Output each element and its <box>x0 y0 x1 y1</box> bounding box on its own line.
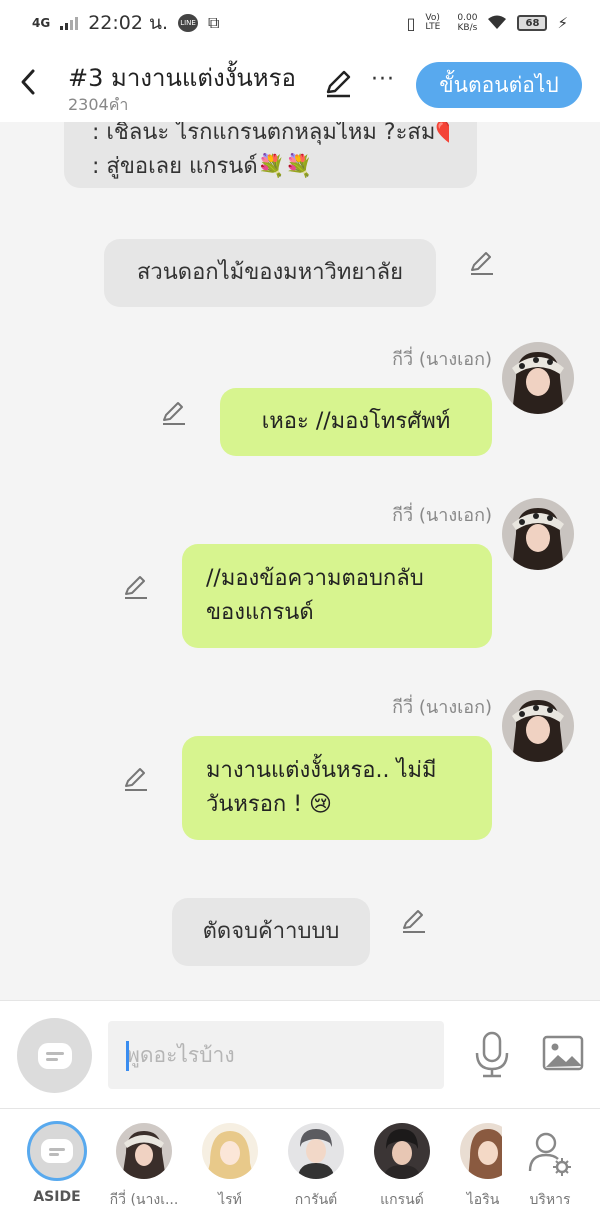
volte-indicator: Vo) LTE <box>425 13 441 32</box>
character-garan[interactable]: การันต์ <box>274 1109 358 1218</box>
message-line: //มองข้อความตอบกลับ <box>206 566 424 591</box>
narration-bubble[interactable]: สวนดอกไม้ของมหาวิทยาลัย <box>104 239 436 307</box>
message-line: : เชิลนะ ไรกแกรนตกหลุมไหม ?ะสม❤️ <box>92 122 449 145</box>
avatar <box>116 1123 172 1179</box>
narration-bubble[interactable]: : เชิลนะ ไรกแกรนตกหลุมไหม ?ะสม❤️ : สู่ขอ… <box>64 122 477 188</box>
avatar-image <box>502 690 574 762</box>
pencil-icon <box>163 402 185 425</box>
pencil-icon <box>471 252 493 275</box>
aside-avatar <box>27 1121 87 1181</box>
network-indicator: 4G <box>32 16 51 30</box>
aside-toggle-button[interactable] <box>17 1018 92 1093</box>
character-label: ไอริน ( <box>466 1192 502 1208</box>
story-header: #3 มางานแต่งงั้นหรอ 2304คำ ··· ขั้นตอนต่… <box>0 46 600 122</box>
message-input-bar <box>0 1000 600 1108</box>
character-label: การันต์ <box>294 1192 338 1208</box>
message-line: : สู่ขอเลย แกรนด์💐💐 <box>92 154 313 179</box>
narration-bubble[interactable]: ตัดจบค้าาบบบ <box>172 898 370 966</box>
character-bubble[interactable]: เหอะ //มองโทรศัพท์ <box>220 388 492 456</box>
character-aside[interactable]: ASIDE <box>15 1109 99 1218</box>
character-name: กีวี่ (นางเอก) <box>392 349 492 370</box>
aside-icon <box>41 1139 73 1163</box>
data-speed: 0.00 KB/s <box>457 13 478 33</box>
more-options-button[interactable]: ··· <box>366 68 400 98</box>
pencil-icon <box>403 910 425 933</box>
message-text: สวนดอกไม้ของมหาวิทยาลัย <box>136 260 404 285</box>
character-bubble[interactable]: มางานแต่งงั้นหรอ.. ไม่มี วันหรอก ! 😢 <box>182 736 492 840</box>
voice-input-button[interactable] <box>472 1031 512 1079</box>
character-selector: ASIDE กีวี่ (นางเ... ไรท์ การันต์ แกรนด์… <box>0 1108 600 1218</box>
message-line: ของแกรนด์ <box>206 600 314 625</box>
edit-title-button[interactable] <box>322 68 354 100</box>
message-line: มางานแต่งงั้นหรอ.. ไม่มี <box>206 758 437 783</box>
pencil-icon <box>125 576 147 599</box>
signal-icon <box>60 16 79 30</box>
line-app-icon: LINE <box>178 14 199 32</box>
image-icon <box>542 1035 584 1071</box>
character-irin[interactable]: ไอริน ( <box>446 1109 502 1218</box>
character-name: กีวี่ (นางเอก) <box>392 697 492 718</box>
character-kiwi[interactable]: กีวี่ (นางเ... <box>102 1109 186 1218</box>
edit-message-button[interactable] <box>160 400 188 428</box>
vibrate-icon: ▯ <box>406 13 416 33</box>
chevron-left-icon <box>21 69 35 95</box>
avatar <box>460 1123 502 1179</box>
battery-indicator: 68 <box>517 15 548 31</box>
aside-icon <box>37 1042 72 1069</box>
manage-characters-button[interactable]: บริหาร <box>508 1109 592 1218</box>
character-avatar[interactable] <box>502 342 574 414</box>
pencil-icon <box>326 70 351 98</box>
character-label: ASIDE <box>33 1189 81 1205</box>
next-step-button[interactable]: ขั้นตอนต่อไป <box>416 62 582 108</box>
avatar <box>202 1123 258 1179</box>
message-text: เหอะ //มองโทรศัพท์ <box>261 409 451 434</box>
avatar <box>374 1123 430 1179</box>
character-grand[interactable]: แกรนด์ <box>360 1109 444 1218</box>
avatar-image <box>502 342 574 414</box>
character-label: บริหาร <box>529 1192 571 1208</box>
text-cursor <box>126 1041 129 1071</box>
charging-icon: ⚡ <box>557 14 568 32</box>
pencil-icon <box>125 768 147 791</box>
edit-message-button[interactable] <box>122 766 150 794</box>
status-bar: 4G 22:02 น. LINE ⧉ ▯ Vo) LTE 0.00 KB/s 6… <box>0 0 600 46</box>
chapter-title: #3 มางานแต่งงั้นหรอ <box>68 64 296 92</box>
microphone-icon <box>475 1031 509 1078</box>
message-text: ตัดจบค้าาบบบ <box>202 919 340 944</box>
screenshot-icon: ⧉ <box>208 13 220 32</box>
word-count: 2304คำ <box>68 95 129 114</box>
message-line: วันหรอก ! 😢 <box>206 792 332 817</box>
character-label: แกรนด์ <box>380 1192 424 1208</box>
character-write[interactable]: ไรท์ <box>188 1109 272 1218</box>
edit-message-button[interactable] <box>122 574 150 602</box>
back-button[interactable] <box>14 64 42 100</box>
character-avatar[interactable] <box>502 690 574 762</box>
message-input[interactable] <box>108 1021 444 1089</box>
character-avatar[interactable] <box>502 498 574 570</box>
insert-image-button[interactable] <box>542 1035 584 1071</box>
manage-user-icon <box>522 1123 578 1179</box>
character-name: กีวี่ (นางเอก) <box>392 505 492 526</box>
chat-area[interactable]: : เชิลนะ ไรกแกรนตกหลุมไหม ?ะสม❤️ : สู่ขอ… <box>0 122 600 1000</box>
edit-message-button[interactable] <box>468 250 496 278</box>
character-bubble[interactable]: //มองข้อความตอบกลับ ของแกรนด์ <box>182 544 492 648</box>
character-label: กีวี่ (นางเ... <box>109 1192 179 1208</box>
character-label: ไรท์ <box>218 1192 242 1208</box>
wifi-icon <box>487 14 507 33</box>
edit-message-button[interactable] <box>400 908 428 936</box>
avatar <box>288 1123 344 1179</box>
clock: 22:02 น. <box>88 12 169 34</box>
avatar-image <box>502 498 574 570</box>
